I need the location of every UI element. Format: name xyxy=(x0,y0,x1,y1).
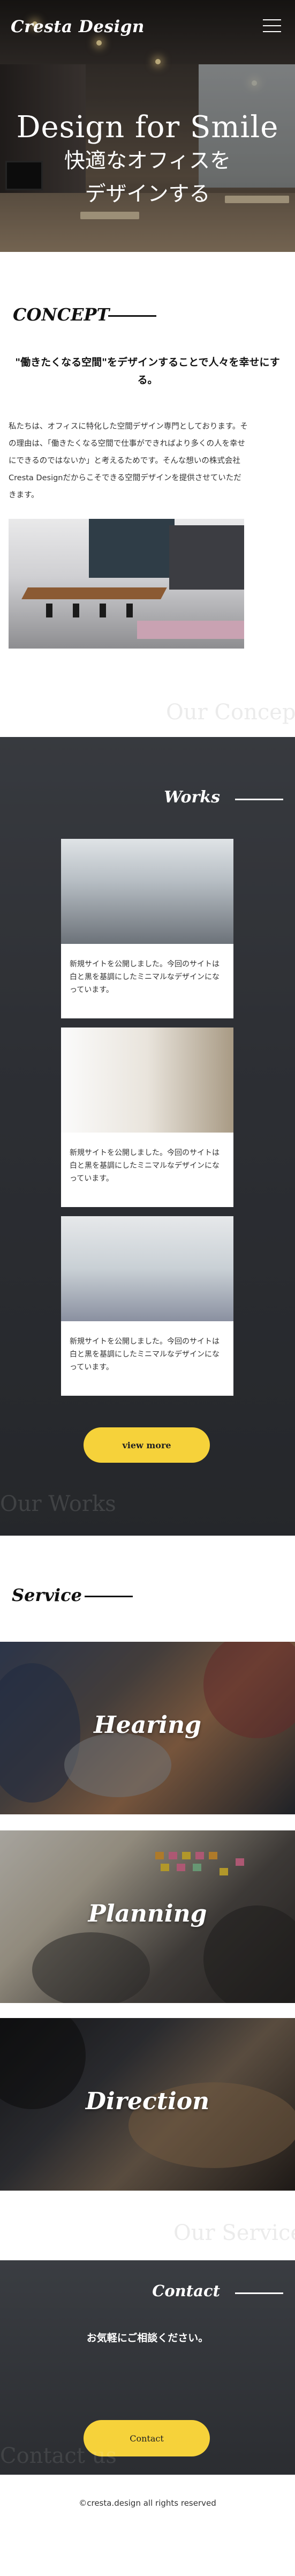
view-more-button[interactable]: view more xyxy=(84,1427,210,1463)
service-label: Direction xyxy=(85,2088,210,2115)
contact-message: お気軽にご相談ください。 xyxy=(86,2332,209,2344)
site-logo[interactable]: Cresta Design xyxy=(11,17,145,36)
contact-title: Contact xyxy=(152,2282,220,2300)
concept-title-line xyxy=(108,315,156,317)
work-card[interactable]: 新規サイトを公開しました。今回のサイトは白と黒を基調にしたミニマルなデザインにな… xyxy=(61,839,233,1018)
site-footer: ©cresta.design all rights reserved xyxy=(0,2475,295,2576)
hero-title-jp-line2: デザインする xyxy=(85,182,210,206)
service-title-line xyxy=(85,1596,133,1597)
service-direction-card[interactable]: Direction xyxy=(0,2018,295,2191)
contact-title-line xyxy=(235,2292,283,2294)
service-planning-card[interactable]: Planning xyxy=(0,1830,295,2003)
concept-body: 私たちは、オフィスに特化した空間デザイン専門としております。その理由は、「働きた… xyxy=(9,422,248,500)
concept-watermark: Our Concept xyxy=(166,700,295,725)
hamburger-menu-icon[interactable] xyxy=(263,19,281,33)
hero-section: Cresta Design Design for Smile 快適なオフィスを … xyxy=(0,0,295,252)
service-hearing-card[interactable]: Hearing xyxy=(0,1642,295,1814)
work-card[interactable]: 新規サイトを公開しました。今回のサイトは白と黒を基調にしたミニマルなデザインにな… xyxy=(61,1216,233,1396)
hero-title-jp-line1: 快適なオフィスを xyxy=(64,149,231,173)
work-thumbnail xyxy=(61,1216,233,1321)
concept-office-photo xyxy=(9,519,244,649)
contact-section: Contact お気軽にご相談ください。 Contact Contact us xyxy=(0,2260,295,2475)
concept-section: CONCEPT "働きたくなる空間"をデザインすることで人々を幸せにする。 私た… xyxy=(0,252,295,737)
service-label: Hearing xyxy=(94,1711,201,1739)
service-label: Planning xyxy=(88,1900,207,1927)
work-card[interactable]: 新規サイトを公開しました。今回のサイトは白と黒を基調にしたミニマルなデザインにな… xyxy=(61,1028,233,1207)
work-thumbnail xyxy=(61,839,233,944)
work-card-text: 新規サイトを公開しました。今回のサイトは白と黒を基調にしたミニマルなデザインにな… xyxy=(70,960,220,994)
site-header: Cresta Design xyxy=(0,0,295,54)
hero-copy: Design for Smile 快適なオフィスを デザインする xyxy=(0,110,295,211)
hero-title-en: Design for Smile xyxy=(16,110,279,145)
works-title: Works xyxy=(164,788,220,807)
works-title-line xyxy=(235,799,283,800)
copyright-text: ©cresta.design all rights reserved xyxy=(79,2498,216,2508)
contact-watermark: Contact us xyxy=(0,2444,117,2468)
concept-title: CONCEPT xyxy=(13,304,110,325)
works-watermark: Our Works xyxy=(0,1492,116,1516)
work-card-text: 新規サイトを公開しました。今回のサイトは白と黒を基調にしたミニマルなデザインにな… xyxy=(70,1337,220,1372)
works-section: Works 新規サイトを公開しました。今回のサイトは白と黒を基調にしたミニマルな… xyxy=(0,737,295,1536)
service-section: Service Hearing Planning Direction Our S… xyxy=(0,1536,295,2260)
service-watermark: Our Service xyxy=(173,2221,295,2245)
service-title: Service xyxy=(12,1585,82,1605)
work-card-text: 新規サイトを公開しました。今回のサイトは白と黒を基調にしたミニマルなデザインにな… xyxy=(70,1149,220,1183)
work-thumbnail xyxy=(61,1028,233,1133)
concept-lead: "働きたくなる空間"をデザインすることで人々を幸せにする。 xyxy=(15,356,280,386)
